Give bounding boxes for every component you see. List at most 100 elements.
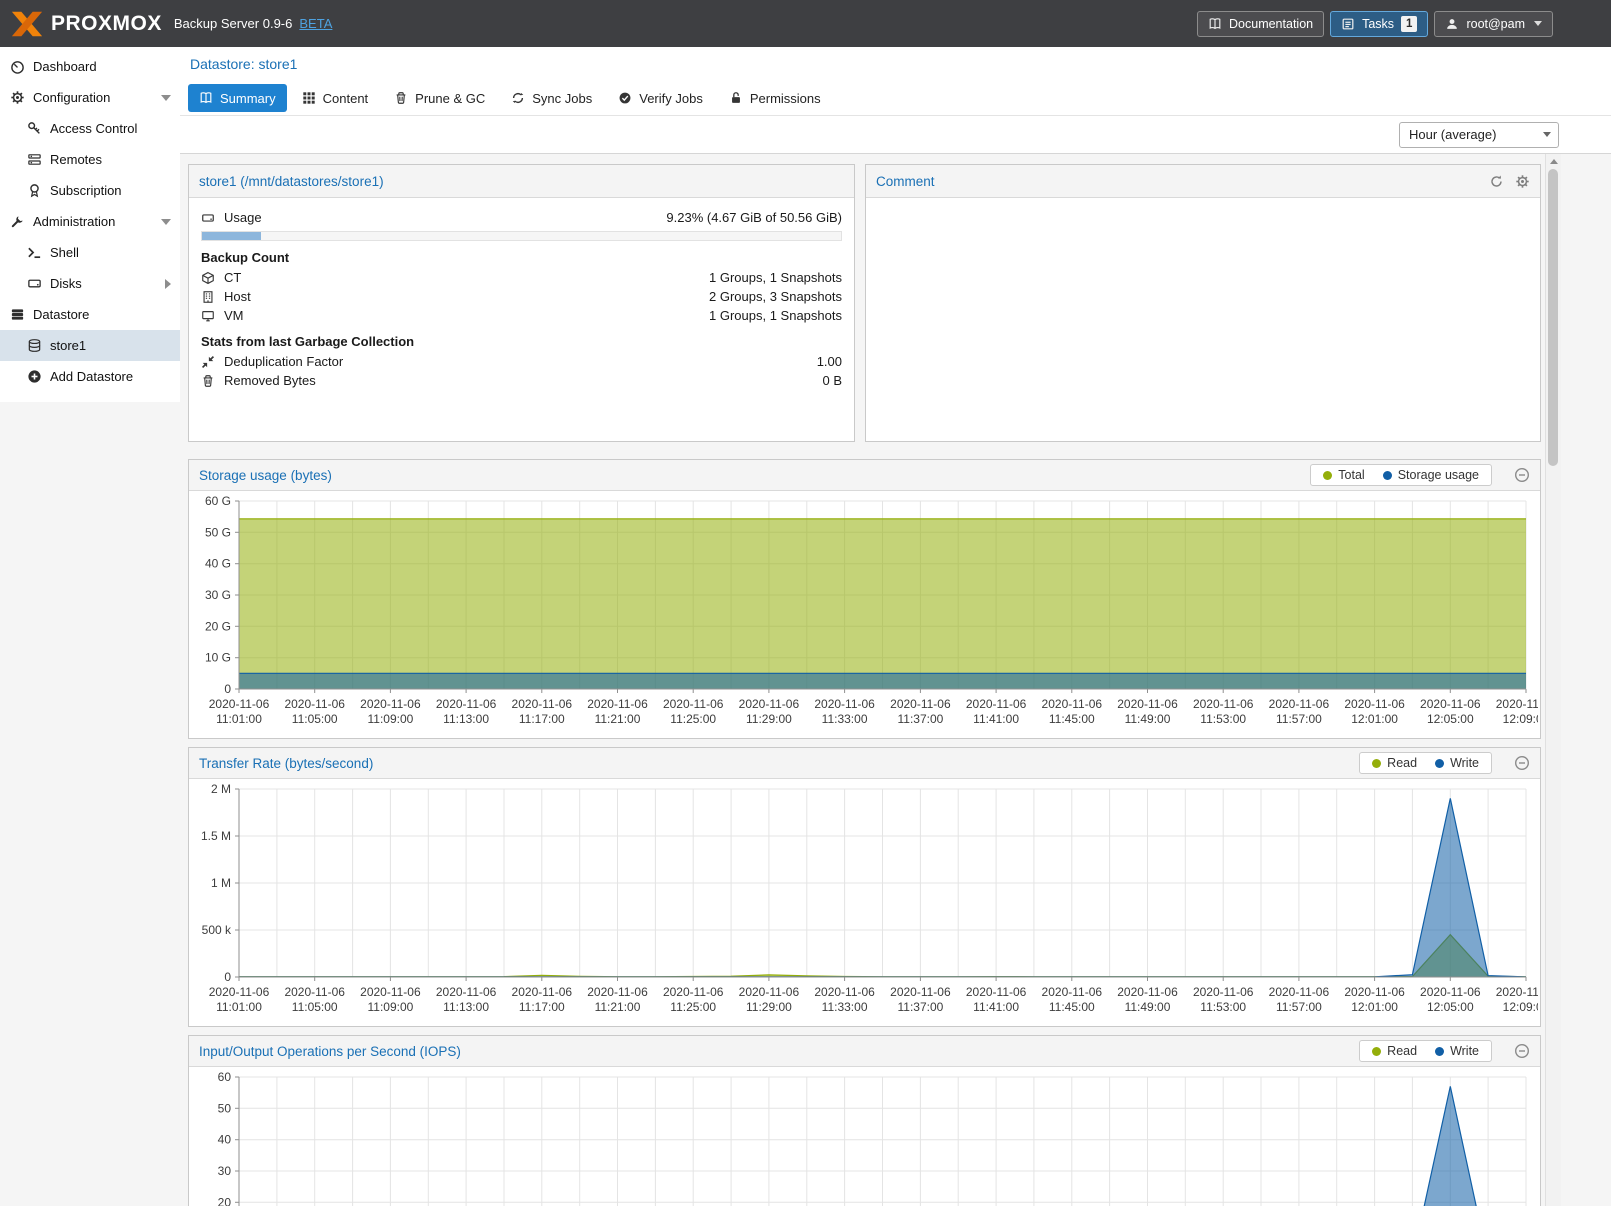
gc-row-removed-bytes-label: Removed Bytes xyxy=(224,373,316,388)
svg-text:2020-11-06: 2020-11-06 xyxy=(1042,985,1103,999)
datastore-icon xyxy=(10,307,25,322)
legend-item-write[interactable]: Write xyxy=(1435,1044,1479,1058)
reload-icon[interactable] xyxy=(1489,174,1504,189)
svg-text:2020-11-06: 2020-11-06 xyxy=(663,985,724,999)
sidebar-item-shell[interactable]: Shell xyxy=(0,237,180,268)
sidebar-item-configuration[interactable]: Configuration xyxy=(0,82,180,113)
svg-text:2020-11-06: 2020-11-06 xyxy=(966,697,1027,711)
chart-title-transfer-rate: Transfer Rate (bytes/second) xyxy=(199,756,373,771)
datastore-status-panel: store1 (/mnt/datastores/store1) Usage9.2… xyxy=(188,164,855,442)
svg-text:1.5 M: 1.5 M xyxy=(201,829,231,843)
tasks-button[interactable]: Tasks 1 xyxy=(1330,11,1428,37)
svg-text:60 G: 60 G xyxy=(205,495,231,508)
documentation-button[interactable]: Documentation xyxy=(1197,11,1324,37)
top-panels-row: store1 (/mnt/datastores/store1) Usage9.2… xyxy=(188,164,1541,442)
svg-text:11:17:00: 11:17:00 xyxy=(519,712,565,726)
tab-prune-gc[interactable]: Prune & GC xyxy=(383,84,496,112)
tab-label: Verify Jobs xyxy=(639,91,703,106)
subscription-icon xyxy=(27,183,42,198)
sidebar-item-datastore[interactable]: Datastore xyxy=(0,299,180,330)
svg-text:11:53:00: 11:53:00 xyxy=(1200,1000,1246,1014)
tab-sync-jobs[interactable]: Sync Jobs xyxy=(500,84,603,112)
svg-text:2020-11-06: 2020-11-06 xyxy=(1117,697,1178,711)
administration-expander-icon[interactable] xyxy=(161,219,171,225)
sidebar-item-access-control[interactable]: Access Control xyxy=(0,113,180,144)
comment-panel: Comment xyxy=(865,164,1541,442)
svg-text:2020-11-06: 2020-11-06 xyxy=(814,985,875,999)
scroll-up-arrow[interactable] xyxy=(1546,154,1561,168)
chart-title-storage-usage: Storage usage (bytes) xyxy=(199,468,332,483)
timeframe-select[interactable]: Hour (average) xyxy=(1399,122,1559,148)
backup-count-row-vm-value: 1 Groups, 1 Snapshots xyxy=(709,308,842,323)
main-content: Datastore: store1 SummaryContentPrune & … xyxy=(180,47,1611,1206)
configuration-expander-icon[interactable] xyxy=(161,95,171,101)
svg-text:11:33:00: 11:33:00 xyxy=(822,1000,868,1014)
chart-legend: Read Write xyxy=(1359,1040,1492,1062)
svg-text:2020-11-06: 2020-11-06 xyxy=(663,697,724,711)
compress-icon xyxy=(201,355,215,369)
collapse-panel-icon[interactable] xyxy=(1514,755,1530,771)
sidebar-item-administration[interactable]: Administration xyxy=(0,206,180,237)
usage-row-value: 9.23% (4.67 GiB of 50.56 GiB) xyxy=(666,210,842,225)
tab-label: Sync Jobs xyxy=(532,91,592,106)
comment-panel-tools xyxy=(1489,174,1530,189)
sidebar-item-add-datastore[interactable]: Add Datastore xyxy=(0,361,180,392)
svg-text:11:13:00: 11:13:00 xyxy=(443,1000,489,1014)
svg-text:20: 20 xyxy=(218,1195,232,1206)
svg-text:11:09:00: 11:09:00 xyxy=(367,712,413,726)
svg-text:2020-11-06: 2020-11-06 xyxy=(209,985,270,999)
svg-text:1 M: 1 M xyxy=(211,876,231,890)
legend-item-read[interactable]: Read xyxy=(1372,1044,1417,1058)
legend-dot xyxy=(1383,471,1392,480)
gear-icon[interactable] xyxy=(1515,174,1530,189)
disks-expander-icon[interactable] xyxy=(165,279,171,289)
svg-text:2020-11-06: 2020-11-06 xyxy=(284,697,345,711)
beta-link[interactable]: BETA xyxy=(299,16,332,31)
collapse-panel-icon[interactable] xyxy=(1514,1043,1530,1059)
tab-content[interactable]: Content xyxy=(291,84,380,112)
sidebar-item-dashboard[interactable]: Dashboard xyxy=(0,51,180,82)
tab-permissions[interactable]: Permissions xyxy=(718,84,832,112)
legend-dot xyxy=(1372,759,1381,768)
scrollbar-thumb[interactable] xyxy=(1548,169,1558,466)
svg-text:12:01:00: 12:01:00 xyxy=(1351,1000,1398,1014)
tab-label: Prune & GC xyxy=(415,91,485,106)
comment-panel-header: Comment xyxy=(866,165,1540,198)
gc-row-dedup-factor-value: 1.00 xyxy=(817,354,842,369)
svg-text:11:45:00: 11:45:00 xyxy=(1049,712,1095,726)
svg-text:2020-11-06: 2020-11-06 xyxy=(814,697,875,711)
cube-icon xyxy=(201,271,215,285)
gc-row-dedup-factor: Deduplication Factor1.00 xyxy=(201,352,842,371)
legend-item-read[interactable]: Read xyxy=(1372,756,1417,770)
legend-item-storage-usage[interactable]: Storage usage xyxy=(1383,468,1479,482)
sidebar-item-remotes[interactable]: Remotes xyxy=(0,144,180,175)
svg-text:11:01:00: 11:01:00 xyxy=(216,712,262,726)
sidebar-item-disks[interactable]: Disks xyxy=(0,268,180,299)
collapse-panel-icon[interactable] xyxy=(1514,467,1530,483)
legend-label: Read xyxy=(1387,1044,1417,1058)
sidebar-item-label: Subscription xyxy=(50,183,122,198)
top-header: PROXMOX Backup Server 0.9-6 BETA Documen… xyxy=(0,0,1611,47)
backup-count-row-ct-value: 1 Groups, 1 Snapshots xyxy=(709,270,842,285)
sidebar-item-subscription[interactable]: Subscription xyxy=(0,175,180,206)
timeframe-selected-value: Hour (average) xyxy=(1409,127,1496,142)
legend-label: Read xyxy=(1387,756,1417,770)
charts-column: Storage usage (bytes)TotalStorage usage0… xyxy=(188,459,1611,1206)
tab-summary[interactable]: Summary xyxy=(188,84,287,112)
sync-icon xyxy=(511,91,525,105)
chart-title-iops: Input/Output Operations per Second (IOPS… xyxy=(199,1044,461,1059)
tab-verify-jobs[interactable]: Verify Jobs xyxy=(607,84,714,112)
legend-dot xyxy=(1435,1047,1444,1056)
legend-dot xyxy=(1323,471,1332,480)
legend-item-total[interactable]: Total xyxy=(1323,468,1364,482)
user-menu-button[interactable]: root@pam xyxy=(1434,11,1553,37)
svg-text:2 M: 2 M xyxy=(211,783,231,796)
vertical-scrollbar[interactable] xyxy=(1545,154,1561,1206)
usage-row: Usage9.23% (4.67 GiB of 50.56 GiB) xyxy=(201,208,842,227)
svg-text:11:29:00: 11:29:00 xyxy=(746,1000,792,1014)
status-panel-header: store1 (/mnt/datastores/store1) xyxy=(189,165,854,198)
legend-item-write[interactable]: Write xyxy=(1435,756,1479,770)
wrench-icon xyxy=(10,214,25,229)
sidebar-item-label: Add Datastore xyxy=(50,369,133,384)
sidebar-item-store1[interactable]: store1 xyxy=(0,330,180,361)
